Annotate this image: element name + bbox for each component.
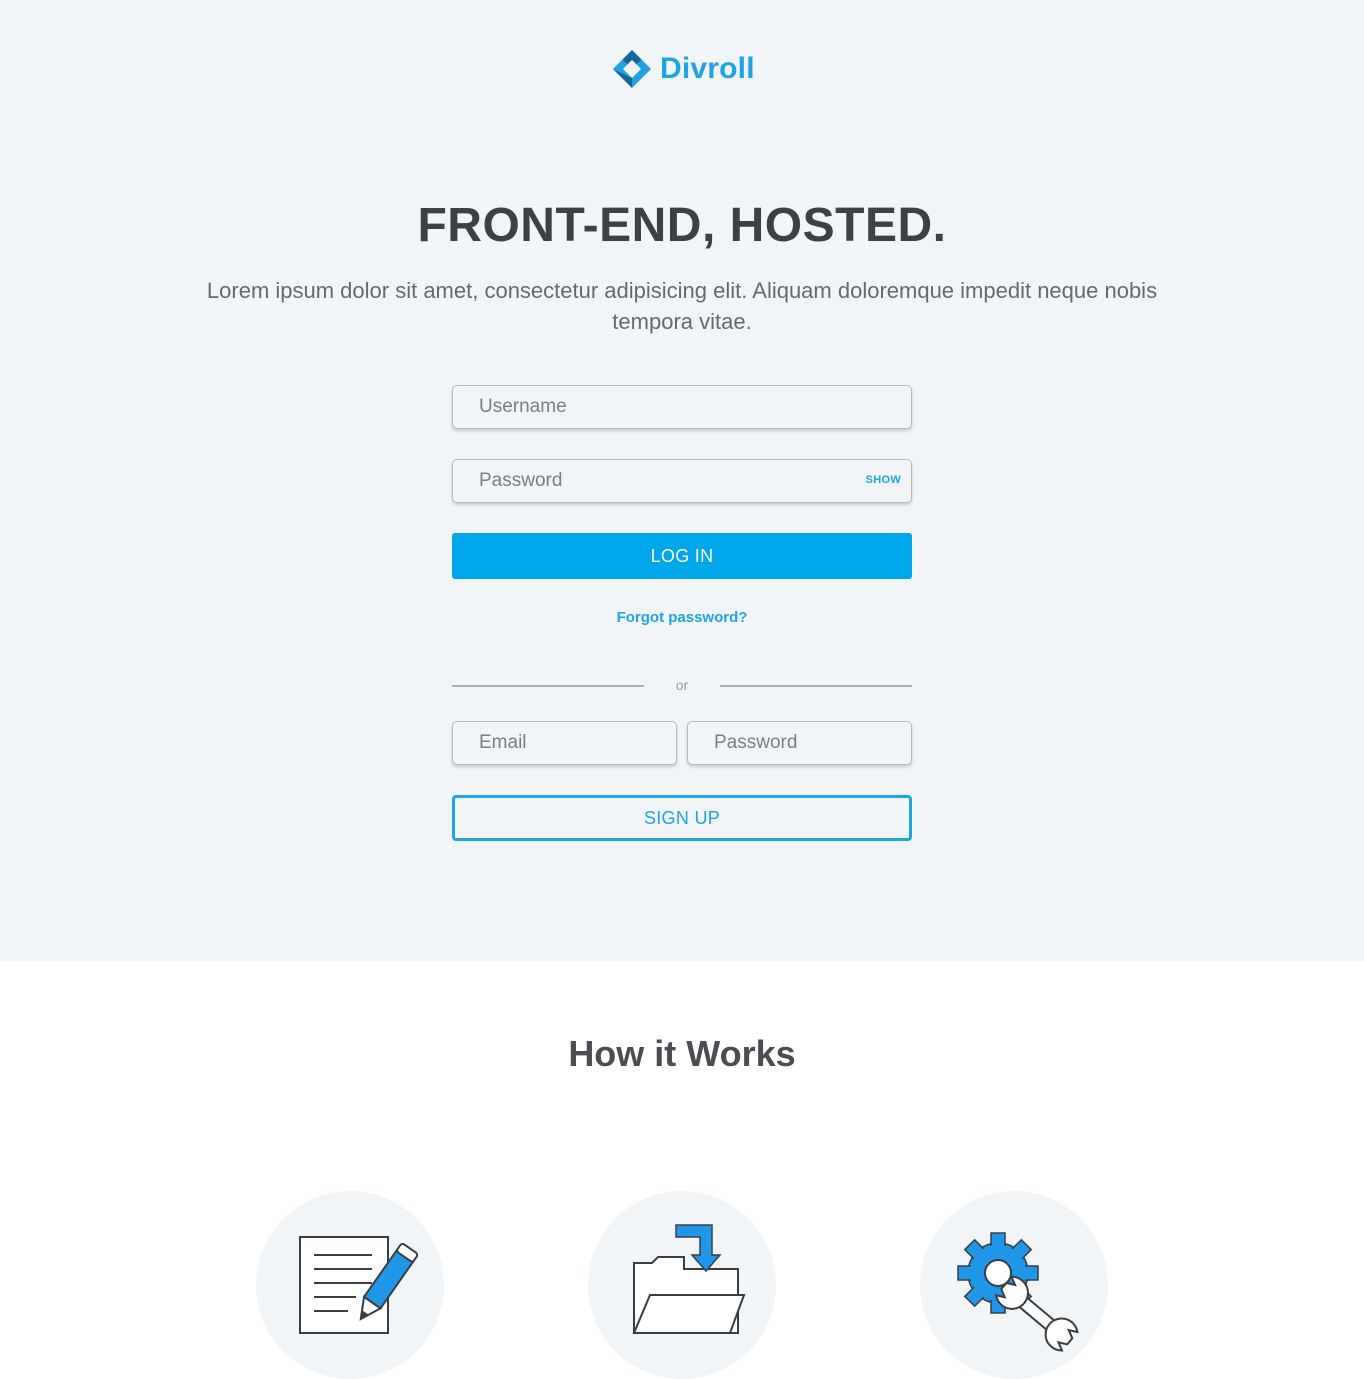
step-3-circle <box>920 1191 1108 1379</box>
password-field[interactable]: SHOW <box>452 459 912 503</box>
divider-or-label: or <box>675 677 689 693</box>
divider-line-left <box>452 685 644 687</box>
hero-headline: FRONT-END, HOSTED. <box>417 199 947 252</box>
hero-section: Divroll FRONT-END, HOSTED. Lorem ipsum d… <box>0 0 1364 961</box>
login-button[interactable]: LOG IN <box>452 533 912 579</box>
brand-name: Divroll <box>660 52 755 85</box>
divider-line-right <box>720 685 912 687</box>
password-input[interactable] <box>453 460 911 502</box>
settings-tools-icon <box>957 1232 1079 1352</box>
signup-password-field[interactable] <box>687 721 912 765</box>
show-password-toggle[interactable]: SHOW <box>866 474 901 486</box>
signup-password-input[interactable] <box>688 722 911 764</box>
signup-email-input[interactable] <box>453 722 676 764</box>
signup-button[interactable]: SIGN UP <box>452 795 912 841</box>
signup-email-field[interactable] <box>452 721 677 765</box>
step-1-circle <box>256 1191 444 1379</box>
diamond-logo-icon <box>613 50 651 88</box>
brand-logo[interactable]: Divroll <box>612 48 755 90</box>
how-it-works-title: How it Works <box>568 1033 796 1074</box>
forgot-password-link[interactable]: Forgot password? <box>0 609 1364 626</box>
folder-download-icon <box>632 1224 746 1334</box>
document-edit-icon <box>299 1236 419 1334</box>
step-2-circle <box>588 1191 776 1379</box>
username-field[interactable] <box>452 385 912 429</box>
hero-subtext: Lorem ipsum dolor sit amet, consectetur … <box>206 278 1158 334</box>
username-input[interactable] <box>453 386 911 428</box>
